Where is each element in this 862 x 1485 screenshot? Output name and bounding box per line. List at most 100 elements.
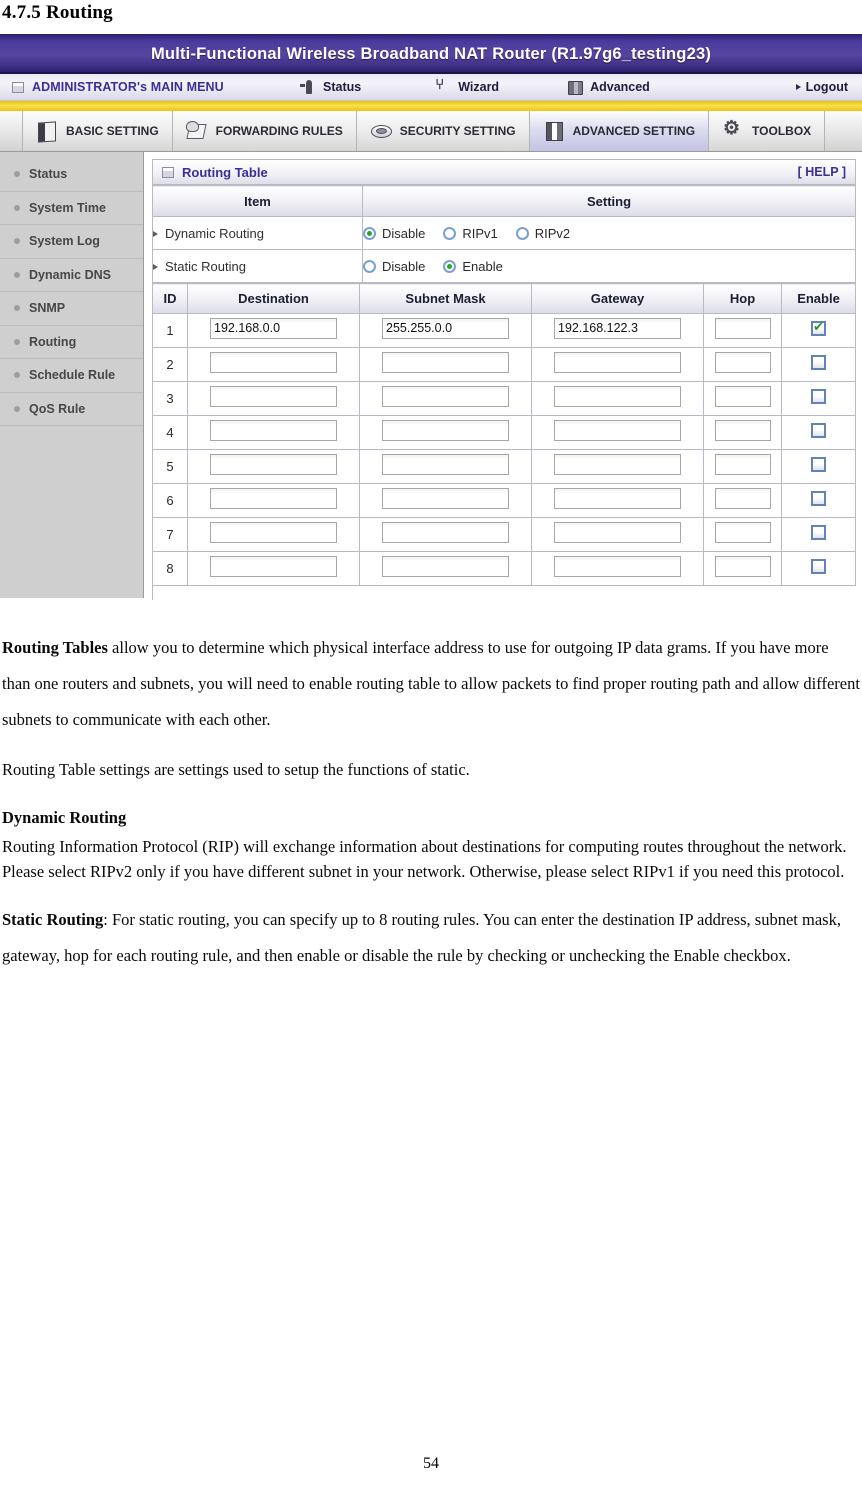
destination-input[interactable]: 192.168.0.0	[210, 317, 337, 339]
menu-item-status[interactable]: Status	[300, 79, 361, 95]
sidebar-item-label: Status	[29, 167, 68, 182]
caret-right-icon	[153, 264, 158, 271]
radio-icon[interactable]	[443, 259, 457, 273]
hop-input[interactable]	[714, 453, 771, 475]
sidebar-item-snmp[interactable]: SNMP	[0, 292, 143, 326]
gateway-input[interactable]	[554, 453, 681, 475]
menu-item-advanced[interactable]: Advanced	[567, 80, 650, 95]
radio-icon[interactable]	[515, 226, 529, 240]
menu-item-wizard[interactable]: Wizard	[435, 77, 499, 95]
tab-basic-setting-label: BASIC SETTING	[66, 124, 159, 138]
enable-checkbox[interactable]	[811, 354, 826, 370]
enable-checkbox[interactable]	[811, 456, 826, 472]
accent-divider	[0, 101, 862, 111]
radio-dynamic-ripv2[interactable]: RIPv2	[515, 225, 571, 241]
tab-basic-setting[interactable]: BASIC SETTING	[22, 111, 173, 151]
sidebar-item-system-log[interactable]: System Log	[0, 225, 143, 259]
body-text: Routing Tables allow you to determine wh…	[0, 630, 862, 974]
gateway-input[interactable]	[554, 419, 681, 441]
enable-checkbox[interactable]	[811, 524, 826, 540]
gateway-input[interactable]	[554, 521, 681, 543]
subnet-mask-input[interactable]: 255.255.0.0	[382, 317, 509, 339]
sidebar-item-system-time[interactable]: System Time	[0, 192, 143, 225]
destination-input[interactable]	[210, 555, 337, 577]
paragraph-lead-in: Static Routing	[2, 910, 104, 929]
router-web-ui-screenshot: Multi-Functional Wireless Broadband NAT …	[0, 34, 862, 600]
radio-static-disable[interactable]: Disable	[363, 259, 425, 274]
tab-advanced-setting-label: ADVANCED SETTING	[572, 124, 696, 138]
tab-advanced-setting[interactable]: ADVANCED SETTING	[529, 111, 710, 151]
help-link[interactable]: [ HELP ]	[798, 165, 846, 179]
radio-label: RIPv2	[534, 225, 571, 241]
enable-checkbox[interactable]	[811, 490, 826, 506]
tab-security-setting[interactable]: SECURITY SETTING	[356, 111, 530, 151]
gateway-input[interactable]	[554, 555, 681, 577]
router-title-bar: Multi-Functional Wireless Broadband NAT …	[0, 34, 862, 74]
table-row: 8	[152, 551, 856, 586]
gateway-input[interactable]	[554, 385, 681, 407]
sidebar-item-schedule-rule[interactable]: Schedule Rule	[0, 359, 143, 393]
gateway-input[interactable]	[554, 487, 681, 509]
tab-forwarding-rules[interactable]: FORWARDING RULES	[172, 111, 357, 151]
caret-right-icon	[153, 231, 158, 238]
hop-input[interactable]	[714, 555, 771, 577]
row-id: 3	[152, 381, 188, 416]
table-row: 4	[152, 415, 856, 450]
hop-input[interactable]	[714, 521, 771, 543]
gateway-input[interactable]: 192.168.122.3	[554, 317, 681, 339]
radio-icon[interactable]	[363, 259, 376, 273]
radio-static-enable[interactable]: Enable	[443, 259, 503, 274]
hop-input[interactable]	[714, 385, 771, 407]
enable-checkbox[interactable]	[811, 320, 826, 336]
radio-dynamic-disable[interactable]: Disable	[363, 226, 425, 241]
wizard-icon	[435, 77, 451, 95]
subnet-mask-input[interactable]	[382, 555, 509, 577]
hop-input[interactable]	[714, 317, 771, 339]
subnet-mask-input[interactable]	[382, 385, 509, 407]
radio-label: RIPv1	[462, 225, 498, 241]
radio-icon[interactable]	[443, 226, 457, 240]
destination-input[interactable]	[210, 521, 337, 543]
sidebar-item-status[interactable]: Status	[0, 158, 143, 192]
sidebar-item-dynamic-dns[interactable]: Dynamic DNS	[0, 259, 143, 292]
subnet-mask-input[interactable]	[382, 487, 509, 509]
hop-input[interactable]	[714, 487, 771, 509]
column-header-destination: Destination	[187, 283, 360, 314]
enable-checkbox[interactable]	[811, 388, 826, 404]
sidebar-item-qos-rule[interactable]: QoS Rule	[0, 393, 143, 426]
sidebar-item-routing[interactable]: Routing	[0, 326, 143, 359]
sidebar-filler	[0, 426, 143, 594]
subnet-mask-input[interactable]	[382, 419, 509, 441]
sidebar: Status System Time System Log Dynamic DN…	[0, 152, 144, 598]
destination-input[interactable]	[210, 453, 337, 475]
subnet-mask-input[interactable]	[382, 521, 509, 543]
subnet-mask-input[interactable]	[382, 453, 509, 475]
routing-settings-table: Item Setting Dynamic Routing Disable RIP…	[152, 185, 856, 283]
destination-input[interactable]	[210, 385, 337, 407]
enable-checkbox[interactable]	[811, 422, 826, 438]
column-header-hop: Hop	[703, 283, 782, 314]
gateway-input[interactable]	[554, 351, 681, 373]
column-header-item: Item	[152, 185, 363, 217]
static-routing-options: Disable Enable	[362, 249, 856, 283]
enable-checkbox[interactable]	[811, 558, 826, 574]
bullet-icon	[14, 405, 20, 412]
admin-main-menu-link[interactable]: ADMINISTRATOR's MAIN MENU	[0, 80, 280, 94]
destination-input[interactable]	[210, 419, 337, 441]
radio-dynamic-ripv1[interactable]: RIPv1	[443, 225, 498, 241]
bullet-icon	[14, 372, 20, 379]
hop-input[interactable]	[714, 419, 771, 441]
subnet-mask-input[interactable]	[382, 351, 509, 373]
destination-input[interactable]	[210, 351, 337, 373]
hop-input[interactable]	[714, 351, 771, 373]
bullet-icon	[14, 338, 20, 345]
logout-link[interactable]: Logout	[795, 80, 848, 94]
tab-toolbox[interactable]: TOOLBOX	[709, 111, 826, 151]
bullet-icon	[14, 204, 20, 211]
row-label-text: Static Routing	[165, 258, 246, 274]
radio-icon[interactable]	[363, 226, 376, 240]
router-body: Status System Time System Log Dynamic DN…	[0, 152, 862, 600]
tab-forwarding-rules-label: FORWARDING RULES	[215, 124, 343, 138]
table-row: 6	[152, 483, 856, 518]
destination-input[interactable]	[210, 487, 337, 509]
